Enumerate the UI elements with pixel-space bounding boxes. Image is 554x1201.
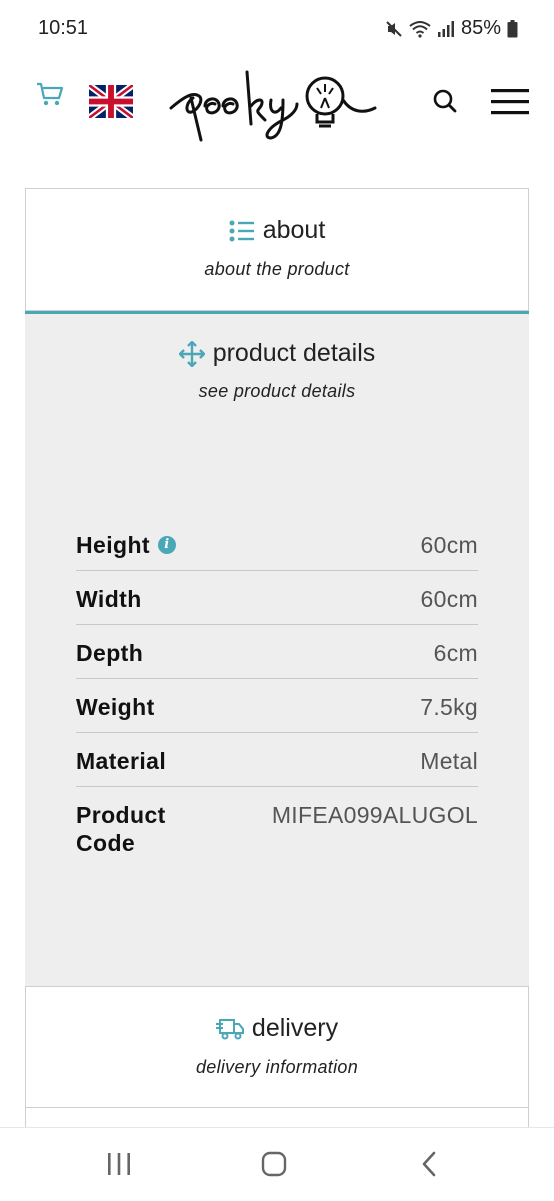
tab-delivery-subtitle: delivery information	[195, 1057, 359, 1077]
spec-row-product-code: Product Code MIFEA099ALUGOL	[76, 787, 478, 877]
spec-value: 60cm	[420, 586, 478, 612]
spec-value: 7.5kg	[420, 694, 478, 720]
spec-row-width: Width 60cm	[76, 571, 478, 625]
tab-product-details[interactable]: product details	[25, 339, 529, 368]
tab-delivery-title: delivery	[26, 1014, 528, 1043]
specs-table: Height i 60cm Width 60cm Depth 6cm Weigh…	[76, 517, 478, 877]
battery-level: 85%	[460, 17, 501, 39]
delivery-truck-icon	[215, 1018, 244, 1039]
cart-icon[interactable]	[36, 82, 64, 108]
tab-product-details-subtitle: see product details	[198, 381, 356, 401]
spec-label-text: Height	[76, 532, 150, 558]
status-time: 10:51	[38, 17, 89, 39]
tab-product-details-label: product details	[212, 339, 376, 367]
spec-label: Material	[76, 748, 167, 774]
back-icon[interactable]	[418, 1150, 440, 1178]
status-bar: 10:51 85%	[0, 0, 554, 58]
spec-label: Depth	[76, 640, 144, 666]
spec-value: Metal	[420, 748, 478, 774]
tab-about-subtitle: about the product	[204, 259, 350, 279]
home-icon[interactable]	[261, 1150, 287, 1178]
tab-about-label: about	[262, 216, 326, 244]
site-header	[0, 58, 554, 148]
battery-icon	[507, 19, 518, 37]
tab-delivery[interactable]: delivery delivery information	[25, 986, 529, 1109]
move-arrows-icon	[178, 340, 205, 367]
tab-about[interactable]: about about the product	[25, 188, 529, 315]
spec-row-weight: Weight 7.5kg	[76, 679, 478, 733]
product-details-panel: product details see product details Heig…	[25, 314, 529, 986]
info-icon[interactable]: i	[157, 536, 176, 554]
spec-row-depth: Depth 6cm	[76, 625, 478, 679]
mute-icon	[386, 20, 402, 37]
uk-flag-icon[interactable]	[89, 85, 133, 118]
spec-value: 60cm	[420, 532, 478, 558]
pooky-logo[interactable]	[165, 62, 385, 144]
system-nav-bar	[0, 1127, 554, 1201]
menu-icon[interactable]	[491, 88, 529, 116]
search-icon[interactable]	[432, 88, 458, 114]
spec-row-material: Material Metal	[76, 733, 478, 787]
recent-apps-icon[interactable]	[106, 1150, 132, 1178]
signal-icon	[437, 20, 454, 37]
wifi-icon	[409, 20, 431, 38]
list-icon	[229, 220, 254, 241]
spec-row-height: Height i 60cm	[76, 517, 478, 571]
spec-value: 6cm	[433, 640, 478, 666]
spec-label: Weight	[76, 694, 155, 720]
spec-label: Height i	[76, 531, 176, 559]
spec-label: Product Code	[76, 802, 166, 856]
spec-label: Width	[76, 586, 142, 612]
spec-value: MIFEA099ALUGOL	[271, 802, 478, 828]
tab-delivery-label: delivery	[251, 1014, 339, 1042]
tab-about-title: about	[26, 216, 528, 245]
status-icons: 85%	[385, 17, 518, 40]
